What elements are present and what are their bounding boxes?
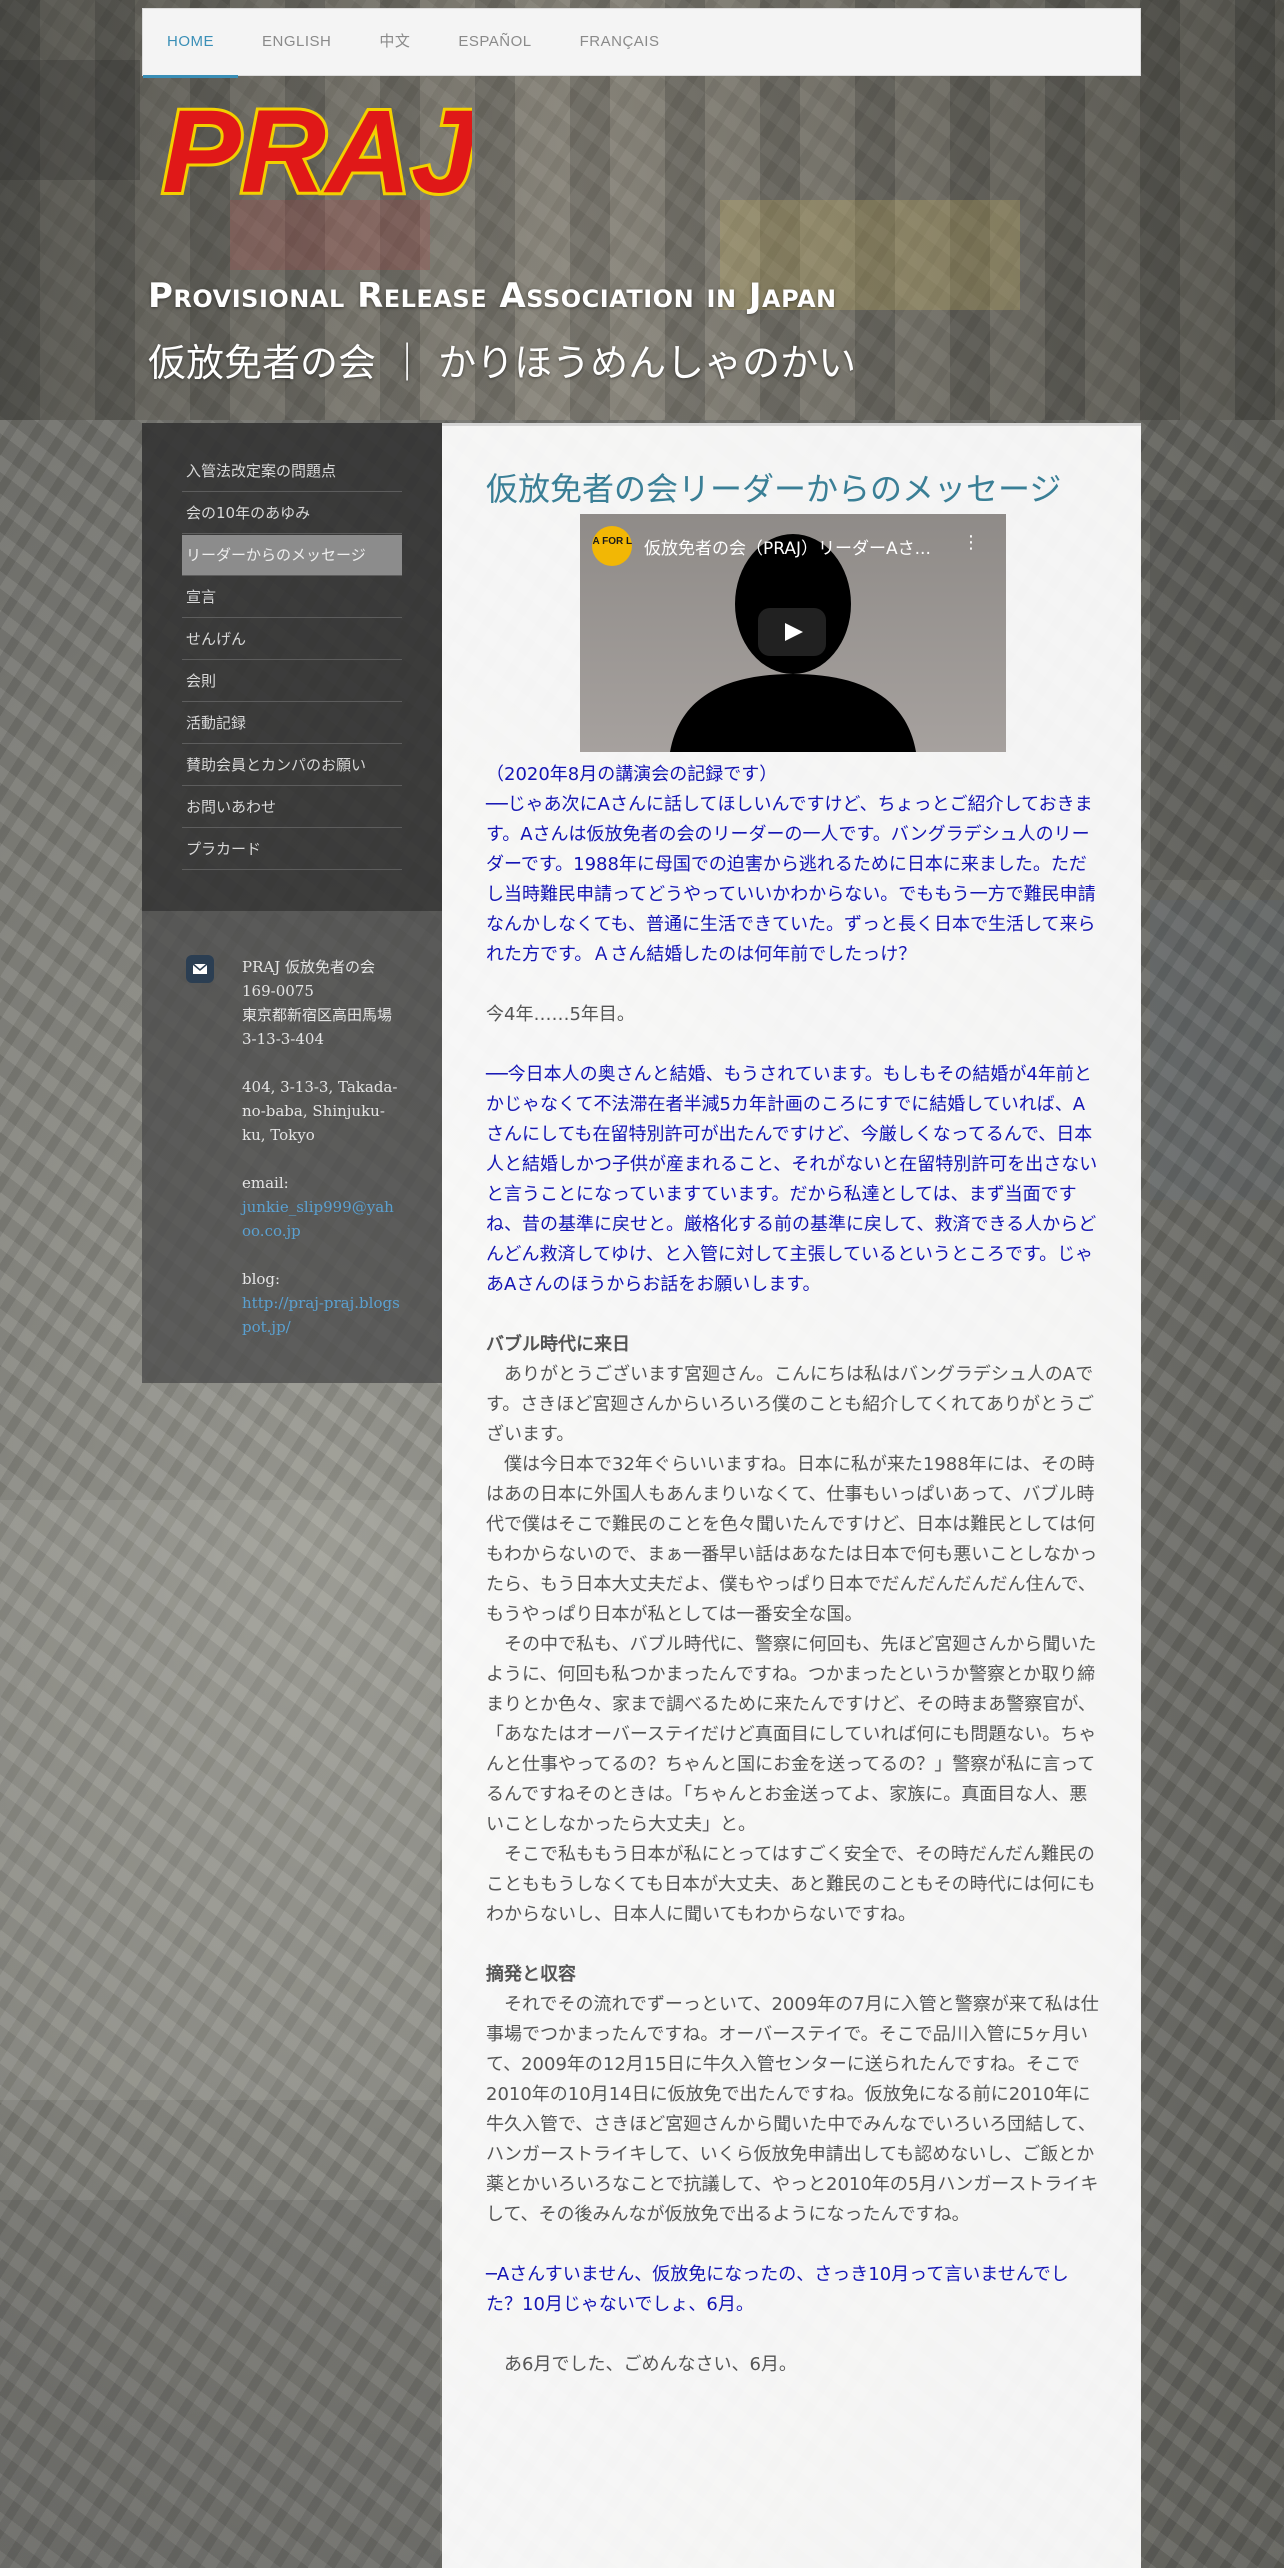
paragraph: ありがとうございます宮廻さん。こんにちは私はバングラデシュ人のAです。さきほど宮… <box>486 1364 1095 1445</box>
sidebar-item-declaration-kana[interactable]: せんげん <box>182 619 402 660</box>
contact-info: PRAJ 仮放免者の会 169-0075 東京都新宿区高田馬場3-13-3-40… <box>242 955 402 1363</box>
sidebar-item-support[interactable]: 賛助会員とカンパのお願い <box>182 745 402 786</box>
contact-name: PRAJ 仮放免者の会 <box>242 958 376 976</box>
play-icon <box>785 623 803 641</box>
email-link[interactable]: junkie_slip999@yahoo.co.jp <box>242 1198 394 1240</box>
channel-avatar[interactable]: VISA FOR LIFE <box>576 526 648 566</box>
nav-item-chinese[interactable]: 中文 <box>379 8 410 76</box>
nav-item-home[interactable]: HOME <box>143 8 238 78</box>
paragraph: そこで私ももう日本が私にとってはすごく安全で、その時だんだん難民のことももうしな… <box>486 1844 1096 1925</box>
blog-link[interactable]: http://praj-praj.blogspot.jp/ <box>242 1294 400 1336</box>
sidebar-contact: PRAJ 仮放免者の会 169-0075 東京都新宿区高田馬場3-13-3-40… <box>142 911 442 1383</box>
main-content: 仮放免者の会リーダーからのメッセージ VISA FOR LIFE 仮放免者の会（… <box>442 423 1141 2568</box>
page-title: 仮放免者の会リーダーからのメッセージ <box>486 470 1062 508</box>
question-3: ─Aさんすいません、仮放免になったの、さっき10月って言いませんでした？10月じ… <box>486 2264 1069 2315</box>
answer-1: 今4年……5年目。 <box>486 1004 635 1025</box>
sidebar-item-declaration[interactable]: 宣言 <box>182 577 402 618</box>
sidebar-item-activity-log[interactable]: 活動記録 <box>182 703 402 744</box>
contact-postal: 169-0075 <box>242 982 314 1000</box>
top-navigation: HOME ENGLISH 中文 ESPAÑOL FRANÇAIS <box>142 8 1141 78</box>
email-label: email: <box>242 1174 289 1192</box>
article-body: （2020年8月の講演会の記録です） ──じゃあ次にAさんに話してほしいんですけ… <box>486 760 1102 2380</box>
intro-note: （2020年8月の講演会の記録です） <box>486 764 778 785</box>
sidebar-item-contact[interactable]: お問いあわせ <box>182 787 402 828</box>
sidebar-item-placard[interactable]: プラカード <box>182 829 402 870</box>
section-heading-detention: 摘発と収容 <box>486 1964 576 1985</box>
sidebar-item-bylaws[interactable]: 会則 <box>182 661 402 702</box>
video-embed[interactable]: VISA FOR LIFE 仮放免者の会（PRAJ）リーダーAさ... ⋮ <box>576 514 1006 752</box>
sidebar-menu: 入管法改定案の問題点 会の10年のあゆみ リーダーからのメッセージ 宣言 せんげ… <box>142 423 442 911</box>
nav-item-french[interactable]: FRANÇAIS <box>580 8 660 76</box>
site-subtitle: 仮放免者の会 ｜ かりほうめんしゃのかい <box>148 341 857 385</box>
play-button[interactable] <box>758 608 826 656</box>
paragraph: それでその流れでずーっといて、2009年の7月に入管と警察が来て私は仕事場でつか… <box>486 1994 1099 2225</box>
envelope-icon <box>186 955 214 983</box>
site-title: Provisional Release Association in Japan <box>148 276 837 316</box>
video-title[interactable]: 仮放免者の会（PRAJ）リーダーAさ... <box>644 534 931 559</box>
paragraph: 僕は今日本で32年ぐらいいますね。日本に私が来た1988年には、その時はあの日本… <box>486 1454 1098 1625</box>
svg-text:PRAJ: PRAJ <box>162 86 472 212</box>
sidebar-item-immigration-law[interactable]: 入管法改定案の問題点 <box>182 451 402 492</box>
section-heading-bubble-era: バブル時代に来日 <box>486 1334 630 1355</box>
more-options-icon[interactable]: ⋮ <box>962 534 980 552</box>
sidebar-item-history[interactable]: 会の10年のあゆみ <box>182 493 402 534</box>
question-1: ──じゃあ次にAさんに話してほしいんですけど、ちょっとご紹介しておきます。Aさん… <box>486 794 1096 965</box>
sidebar: 入管法改定案の問題点 会の10年のあゆみ リーダーからのメッセージ 宣言 せんげ… <box>142 423 442 1383</box>
answer-3: あ6月でした、ごめんなさい、6月。 <box>504 2354 797 2375</box>
contact-address-jp: 東京都新宿区高田馬場3-13-3-404 <box>242 1006 393 1048</box>
paragraph: その中で私も、バブル時代に、警察に何回も、先ほど宮廻さんから聞いたように、何回も… <box>486 1634 1097 1835</box>
sidebar-item-leader-message[interactable]: リーダーからのメッセージ <box>182 535 402 576</box>
nav-item-english[interactable]: ENGLISH <box>262 8 331 76</box>
contact-address-en: 404, 3-13-3, Takada-no-baba, Shinjuku-ku… <box>242 1078 398 1144</box>
question-2: ──今日本人の奥さんと結婚、もうされています。もしもその結婚が4年前とかじゃなく… <box>486 1064 1098 1295</box>
blog-label: blog: <box>242 1270 281 1288</box>
nav-item-spanish[interactable]: ESPAÑOL <box>458 8 531 76</box>
praj-logo[interactable]: PRAJ <box>152 84 472 212</box>
svg-text:VISA FOR LIFE: VISA FOR LIFE <box>592 536 632 547</box>
